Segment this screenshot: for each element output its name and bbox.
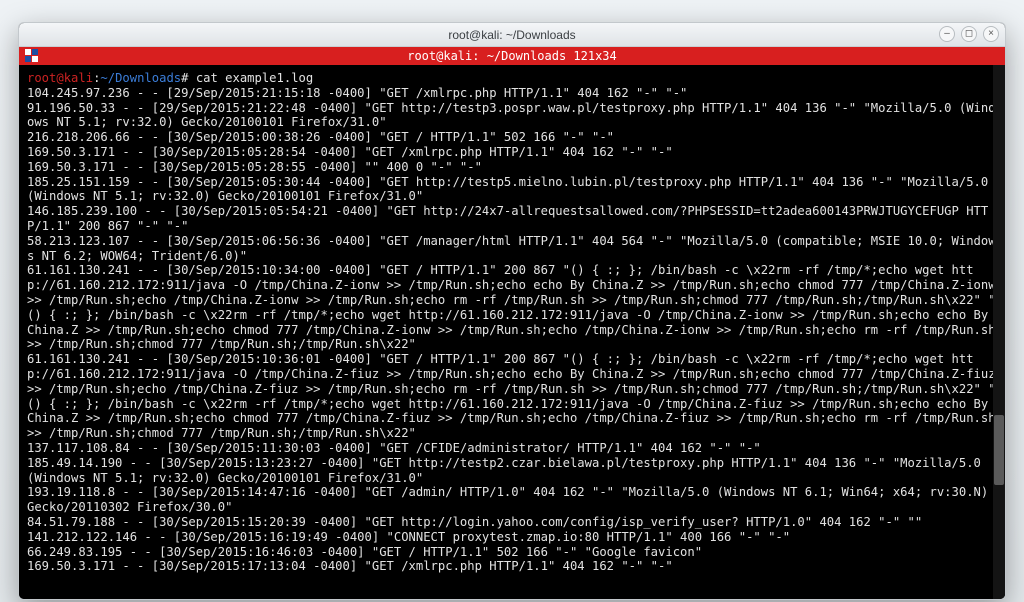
terminal-content: root@kali:~/Downloads# cat example1.log1… [27, 71, 997, 574]
log-line: 169.50.3.171 - - [30/Sep/2015:05:28:55 -… [27, 160, 997, 175]
log-line: 185.49.14.190 - - [30/Sep/2015:13:23:27 … [27, 456, 997, 486]
log-line: 58.213.123.107 - - [30/Sep/2015:06:56:36… [27, 234, 997, 264]
terminal-window: root@kali: ~/Downloads – ◻ × root@kali: … [18, 22, 1006, 600]
log-line: 146.185.239.100 - - [30/Sep/2015:05:54:2… [27, 204, 997, 234]
terminal-infobar-text: root@kali: ~/Downloads 121x34 [407, 49, 617, 63]
log-line: 185.25.151.159 - - [30/Sep/2015:05:30:44… [27, 175, 997, 205]
window-controls: – ◻ × [939, 26, 999, 42]
log-line: 141.212.122.146 - - [30/Sep/2015:16:19:4… [27, 530, 997, 545]
log-line: 61.161.130.241 - - [30/Sep/2015:10:36:01… [27, 352, 997, 441]
log-line: 137.117.108.84 - - [30/Sep/2015:11:30:03… [27, 441, 997, 456]
log-line: 104.245.97.236 - - [29/Sep/2015:21:15:18… [27, 86, 997, 101]
window-titlebar[interactable]: root@kali: ~/Downloads – ◻ × [19, 23, 1005, 47]
maximize-button[interactable]: ◻ [961, 26, 977, 42]
scrollbar-thumb[interactable] [994, 415, 1004, 485]
minimize-button[interactable]: – [939, 26, 955, 42]
terminal-viewport[interactable]: root@kali:~/Downloads# cat example1.log1… [19, 65, 1005, 599]
log-line: 91.196.50.33 - - [29/Sep/2015:21:22:48 -… [27, 101, 997, 131]
terminal-app-icon [25, 49, 39, 63]
log-line: 193.19.118.8 - - [30/Sep/2015:14:47:16 -… [27, 485, 997, 515]
desktop: root@kali: ~/Downloads – ◻ × root@kali: … [0, 0, 1024, 602]
close-button[interactable]: × [983, 26, 999, 42]
prompt-line: root@kali:~/Downloads# cat example1.log [27, 71, 997, 86]
terminal-scrollbar[interactable] [993, 65, 1005, 599]
log-line: 216.218.206.66 - - [30/Sep/2015:00:38:26… [27, 130, 997, 145]
log-line: 61.161.130.241 - - [30/Sep/2015:10:34:00… [27, 263, 997, 352]
window-title: root@kali: ~/Downloads [448, 28, 575, 42]
terminal-infobar: root@kali: ~/Downloads 121x34 [19, 47, 1005, 65]
log-line: 66.249.83.195 - - [30/Sep/2015:16:46:03 … [27, 545, 997, 560]
log-line: 169.50.3.171 - - [30/Sep/2015:05:28:54 -… [27, 145, 997, 160]
log-line: 169.50.3.171 - - [30/Sep/2015:17:13:04 -… [27, 559, 997, 574]
log-line: 84.51.79.188 - - [30/Sep/2015:15:20:39 -… [27, 515, 997, 530]
